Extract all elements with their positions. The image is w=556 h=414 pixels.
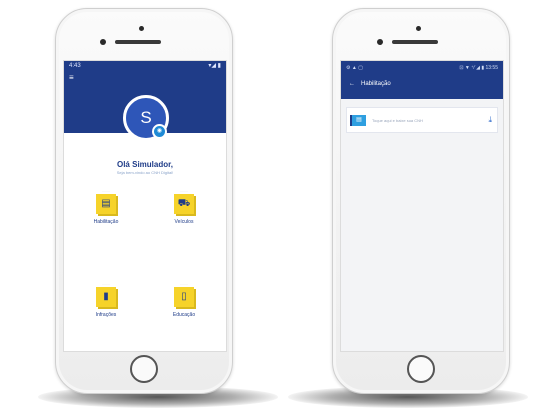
tile-caption: ········ — [180, 282, 188, 286]
document-icon: ▮ — [96, 287, 116, 307]
tile-label: Infrações — [95, 312, 117, 318]
earpiece-speaker — [115, 40, 161, 44]
tile-label: Habilitação — [93, 219, 119, 225]
license-screen: ⚙ ▲ ▢ ⊡ ▼ ⁺⁄ ◢ ▮ 13:55 ← Habilitação ▤ T… — [340, 60, 504, 352]
list-item[interactable]: ▤ Toque aqui e baixe sua CNH ⤓ — [346, 107, 498, 133]
home-button[interactable] — [407, 355, 435, 383]
front-camera — [416, 26, 421, 31]
status-signal: ▾◢ ▮ — [208, 63, 221, 69]
front-camera — [139, 26, 144, 31]
home-screen: 4:43 ▾◢ ▮ ≡ S ◉ Olá Simulador, Seja bem-… — [63, 60, 227, 352]
tile-label: Veículos — [174, 219, 194, 225]
download-icon[interactable]: ⤓ — [488, 115, 492, 125]
tile-label: Educação — [172, 312, 196, 318]
home-button[interactable] — [130, 355, 158, 383]
list-item-text: Toque aqui e baixe sua CNH — [372, 117, 423, 123]
document-list: ▤ Toque aqui e baixe sua CNH ⤓ — [341, 99, 503, 351]
status-bar: 4:43 ▾◢ ▮ — [64, 61, 226, 71]
book-icon: ▯ — [174, 287, 194, 307]
status-right: ⊡ ▼ ⁺⁄ ◢ ▮ 13:55 — [459, 65, 498, 71]
right-phone: ⚙ ▲ ▢ ⊡ ▼ ⁺⁄ ◢ ▮ 13:55 ← Habilitação ▤ T… — [332, 8, 510, 394]
front-sensor — [100, 39, 106, 45]
tile-veiculos[interactable]: ········ ⛟ Veículos — [154, 189, 214, 225]
back-arrow-icon[interactable]: ← — [349, 81, 355, 87]
id-card-icon: ▤ — [96, 194, 116, 214]
tile-habilitacao[interactable]: ········ ▤ Habilitação — [76, 189, 136, 225]
left-phone: 4:43 ▾◢ ▮ ≡ S ◉ Olá Simulador, Seja bem-… — [55, 8, 233, 394]
status-left: ⚙ ▲ ▢ — [346, 65, 363, 71]
car-icon: ⛟ — [174, 194, 194, 214]
page-title: Habilitação — [361, 81, 391, 87]
camera-icon[interactable]: ◉ — [152, 124, 167, 139]
status-bar: ⚙ ▲ ▢ ⊡ ▼ ⁺⁄ ◢ ▮ 13:55 — [341, 61, 503, 75]
status-time: 4:43 — [69, 63, 81, 69]
greeting-subtitle: Seja bem-vindo ao CNH Digital! — [116, 170, 174, 175]
tile-caption: ········ — [102, 189, 110, 193]
id-card-icon: ▤ — [352, 114, 366, 126]
menu-icon[interactable]: ≡ — [69, 73, 74, 82]
app-bar: ⚙ ▲ ▢ ⊡ ▼ ⁺⁄ ◢ ▮ 13:55 ← Habilitação — [341, 61, 503, 99]
app-bar-title-row: ← Habilitação — [341, 75, 503, 93]
front-sensor — [377, 39, 383, 45]
tile-infracoes[interactable]: ········ ▮ Infrações — [76, 282, 136, 318]
tile-educacao[interactable]: ········ ▯ Educação — [154, 282, 214, 318]
tile-caption: ········ — [180, 189, 188, 193]
tile-caption: ········ — [102, 282, 110, 286]
greeting-title: Olá Simulador, — [116, 160, 173, 169]
earpiece-speaker — [392, 40, 438, 44]
